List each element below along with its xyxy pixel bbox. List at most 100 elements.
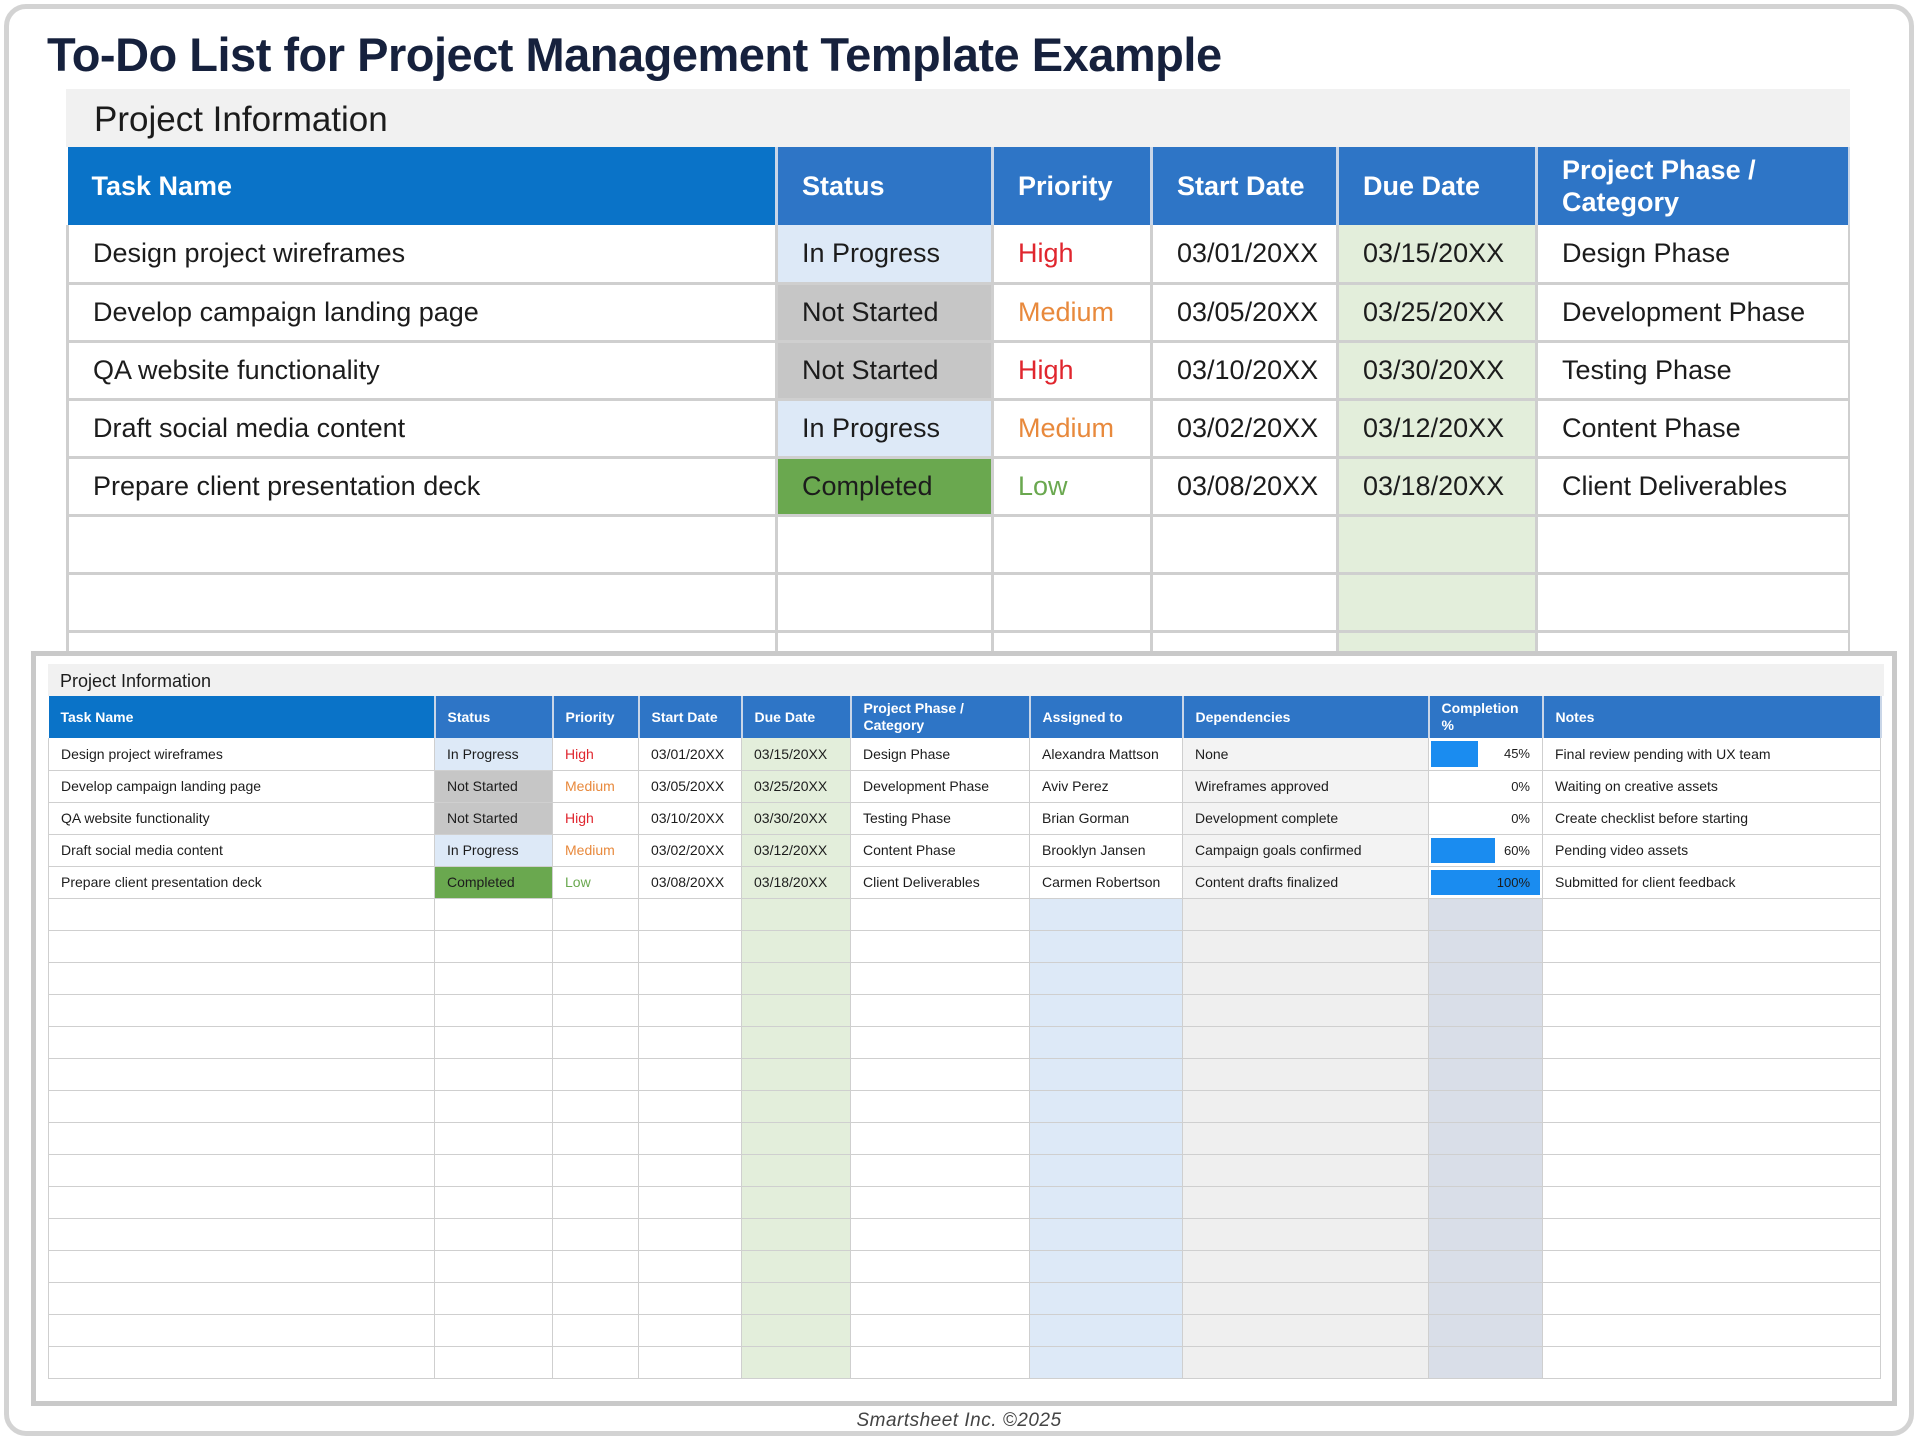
cell-priority[interactable]: High	[552, 802, 639, 835]
empty-cell-status[interactable]	[434, 1314, 553, 1347]
empty-cell-phase[interactable]	[1536, 631, 1850, 653]
empty-cell-status[interactable]	[434, 1250, 553, 1283]
empty-cell-due-date[interactable]	[741, 962, 851, 995]
cell-status[interactable]: Not Started	[776, 341, 994, 401]
empty-cell-start-date[interactable]	[638, 962, 742, 995]
empty-cell-phase[interactable]	[850, 1090, 1030, 1123]
empty-cell-start-date[interactable]	[638, 898, 742, 931]
empty-cell-dependencies[interactable]	[1182, 1026, 1429, 1059]
cell-status[interactable]: Not Started	[776, 283, 994, 343]
empty-cell-priority[interactable]	[992, 573, 1153, 633]
empty-cell-notes[interactable]	[1542, 1058, 1881, 1091]
empty-cell-notes[interactable]	[1542, 1026, 1881, 1059]
empty-cell-status[interactable]	[434, 1154, 553, 1187]
empty-cell-start-date[interactable]	[638, 1058, 742, 1091]
empty-cell-start-date[interactable]	[638, 1218, 742, 1251]
cell-due-date[interactable]: 03/18/20XX	[1337, 457, 1538, 517]
empty-cell-notes[interactable]	[1542, 1122, 1881, 1155]
empty-cell-due-date[interactable]	[741, 1250, 851, 1283]
cell-task-name[interactable]: Design project wireframes	[66, 225, 778, 285]
cell-task-name[interactable]: QA website functionality	[48, 802, 435, 835]
empty-cell-priority[interactable]	[552, 1218, 639, 1251]
empty-cell-notes[interactable]	[1542, 1154, 1881, 1187]
empty-cell-status[interactable]	[776, 573, 994, 633]
cell-due-date[interactable]: 03/25/20XX	[741, 770, 851, 803]
empty-cell-status[interactable]	[434, 1026, 553, 1059]
cell-status[interactable]: In Progress	[776, 225, 994, 285]
empty-cell-completion[interactable]	[1428, 1314, 1543, 1347]
col-header-status[interactable]: Status	[434, 696, 554, 738]
empty-cell-assigned[interactable]	[1029, 1058, 1183, 1091]
col-header-phase[interactable]: Project Phase / Category	[1536, 147, 1850, 225]
cell-due-date[interactable]: 03/30/20XX	[1337, 341, 1538, 401]
empty-cell-priority[interactable]	[992, 515, 1153, 575]
empty-cell-dependencies[interactable]	[1182, 1346, 1429, 1379]
empty-cell-assigned[interactable]	[1029, 1282, 1183, 1315]
cell-task-name[interactable]: QA website functionality	[66, 341, 778, 401]
cell-dependencies[interactable]: Campaign goals confirmed	[1182, 834, 1429, 867]
cell-notes[interactable]: Create checklist before starting	[1542, 802, 1881, 835]
col-header-completion[interactable]: Completion %	[1428, 696, 1544, 738]
empty-cell-task-name[interactable]	[48, 1090, 435, 1123]
empty-cell-due-date[interactable]	[741, 1218, 851, 1251]
cell-start-date[interactable]: 03/08/20XX	[1151, 457, 1339, 517]
empty-cell-start-date[interactable]	[638, 1026, 742, 1059]
empty-cell-phase[interactable]	[850, 1314, 1030, 1347]
empty-cell-task-name[interactable]	[48, 930, 435, 963]
col-header-priority[interactable]: Priority	[552, 696, 640, 738]
cell-assigned[interactable]: Carmen Robertson	[1029, 866, 1183, 899]
empty-cell-due-date[interactable]	[741, 898, 851, 931]
col-header-status[interactable]: Status	[776, 147, 994, 225]
col-header-task[interactable]: Task Name	[48, 696, 436, 738]
empty-cell-assigned[interactable]	[1029, 994, 1183, 1027]
empty-cell-notes[interactable]	[1542, 994, 1881, 1027]
empty-cell-assigned[interactable]	[1029, 1186, 1183, 1219]
cell-status[interactable]: In Progress	[776, 399, 994, 459]
cell-phase[interactable]: Client Deliverables	[850, 866, 1030, 899]
empty-cell-assigned[interactable]	[1029, 1218, 1183, 1251]
empty-cell-assigned[interactable]	[1029, 898, 1183, 931]
cell-due-date[interactable]: 03/12/20XX	[1337, 399, 1538, 459]
empty-cell-notes[interactable]	[1542, 1218, 1881, 1251]
empty-cell-dependencies[interactable]	[1182, 1218, 1429, 1251]
empty-cell-task-name[interactable]	[48, 962, 435, 995]
empty-cell-dependencies[interactable]	[1182, 898, 1429, 931]
cell-assigned[interactable]: Brooklyn Jansen	[1029, 834, 1183, 867]
empty-cell-assigned[interactable]	[1029, 1090, 1183, 1123]
cell-dependencies[interactable]: None	[1182, 738, 1429, 771]
empty-cell-task-name[interactable]	[48, 1218, 435, 1251]
cell-notes[interactable]: Final review pending with UX team	[1542, 738, 1881, 771]
empty-cell-priority[interactable]	[552, 898, 639, 931]
empty-cell-phase[interactable]	[850, 1218, 1030, 1251]
empty-cell-priority[interactable]	[552, 994, 639, 1027]
empty-cell-completion[interactable]	[1428, 1250, 1543, 1283]
empty-cell-completion[interactable]	[1428, 1218, 1543, 1251]
empty-cell-assigned[interactable]	[1029, 1122, 1183, 1155]
cell-priority[interactable]: Medium	[552, 834, 639, 867]
empty-cell-start-date[interactable]	[638, 1250, 742, 1283]
empty-cell-dependencies[interactable]	[1182, 1186, 1429, 1219]
empty-cell-phase[interactable]	[850, 1250, 1030, 1283]
empty-cell-status[interactable]	[434, 898, 553, 931]
cell-notes[interactable]: Submitted for client feedback	[1542, 866, 1881, 899]
empty-cell-task-name[interactable]	[66, 573, 778, 633]
empty-cell-task-name[interactable]	[66, 515, 778, 575]
cell-status[interactable]: Completed	[434, 866, 553, 899]
empty-cell-start-date[interactable]	[638, 1090, 742, 1123]
col-header-due-date[interactable]: Due Date	[741, 696, 852, 738]
empty-cell-priority[interactable]	[552, 1154, 639, 1187]
cell-start-date[interactable]: 03/05/20XX	[638, 770, 742, 803]
empty-cell-status[interactable]	[434, 1122, 553, 1155]
empty-cell-notes[interactable]	[1542, 1250, 1881, 1283]
empty-cell-task-name[interactable]	[48, 1186, 435, 1219]
empty-cell-phase[interactable]	[850, 898, 1030, 931]
empty-cell-completion[interactable]	[1428, 962, 1543, 995]
empty-cell-notes[interactable]	[1542, 898, 1881, 931]
empty-cell-status[interactable]	[434, 1218, 553, 1251]
cell-phase[interactable]: Development Phase	[1536, 283, 1850, 343]
cell-due-date[interactable]: 03/25/20XX	[1337, 283, 1538, 343]
empty-cell-due-date[interactable]	[1337, 515, 1538, 575]
empty-cell-phase[interactable]	[850, 1058, 1030, 1091]
col-header-notes[interactable]: Notes	[1542, 696, 1882, 738]
cell-status[interactable]: Completed	[776, 457, 994, 517]
